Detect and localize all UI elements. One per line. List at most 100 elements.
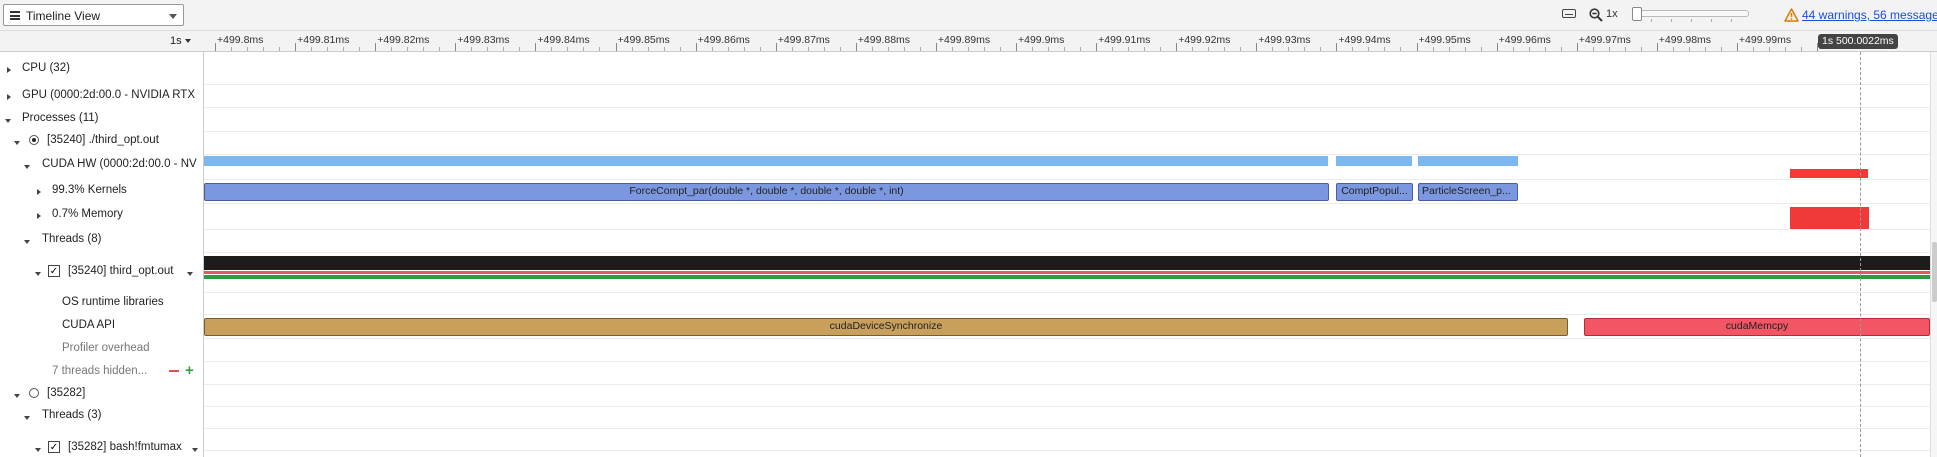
chevron-down-icon[interactable]	[187, 272, 193, 276]
chevron-down-icon[interactable]	[192, 448, 198, 452]
kernel-bar[interactable]: ParticleScreen_p...	[1418, 183, 1518, 201]
cuda-api-bar[interactable]: cudaMemcpy	[1584, 318, 1930, 336]
ruler-minor-tick	[1432, 47, 1434, 51]
ruler-minor-tick	[1304, 47, 1306, 51]
ruler-minor-tick	[663, 47, 665, 51]
slider-tick	[1671, 19, 1672, 22]
collapse-arrow-icon[interactable]	[14, 394, 20, 398]
collapse-threads-icon[interactable]	[169, 370, 179, 372]
expand-arrow-icon[interactable]	[7, 67, 11, 73]
slider-tick	[1731, 19, 1732, 22]
thread-activity-bar[interactable]	[204, 256, 1930, 270]
memory-utilization-bar[interactable]	[1790, 169, 1868, 178]
zoom-level: 1x	[1606, 8, 1618, 20]
slider-tick	[1711, 19, 1712, 22]
expand-arrow-icon[interactable]	[37, 213, 41, 219]
zoom-slider-thumb[interactable]	[1632, 7, 1642, 21]
view-selector[interactable]: Timeline View	[3, 4, 184, 26]
memory-bar[interactable]	[1790, 207, 1869, 229]
collapse-arrow-icon[interactable]	[24, 240, 30, 244]
tree-label: OS runtime libraries	[62, 296, 164, 308]
row-divider	[204, 384, 1930, 385]
keyboard-icon[interactable]	[1562, 9, 1576, 18]
warnings-link[interactable]: 44 warnings, 56 messages	[1802, 8, 1937, 22]
timeline-tracks[interactable]: ForceCompt_par(double *, double *, doubl…	[204, 52, 1930, 457]
collapse-arrow-icon[interactable]	[14, 141, 20, 145]
ruler-minor-tick	[871, 47, 873, 51]
row-divider	[204, 361, 1930, 362]
row-divider	[204, 428, 1930, 429]
cursor-time-label: 1s 500.0022ms	[1818, 34, 1898, 49]
scrollbar-thumb[interactable]	[1932, 242, 1937, 302]
ruler-minor-tick	[471, 47, 473, 51]
zoom-out-icon[interactable]	[1589, 8, 1603, 22]
process-radio[interactable]	[29, 388, 39, 398]
ruler-minor-tick	[823, 47, 825, 51]
ruler-minor-tick	[983, 47, 985, 51]
thread-checkbox[interactable]: ✓	[48, 265, 60, 277]
cuda-api-bar[interactable]: cudaDeviceSynchronize	[204, 318, 1568, 336]
warning-icon	[1784, 8, 1799, 22]
ruler-minor-tick	[1720, 47, 1722, 51]
kernel-bar[interactable]: ForceCompt_par(double *, double *, doubl…	[204, 183, 1329, 201]
process-radio[interactable]	[29, 135, 39, 145]
ruler-tick-line	[375, 43, 377, 51]
collapse-arrow-icon[interactable]	[35, 448, 41, 452]
row-divider	[204, 406, 1930, 407]
ruler-minor-tick	[343, 47, 345, 51]
view-selector-label: Timeline View	[26, 9, 101, 23]
ruler-minor-tick	[919, 47, 921, 51]
ruler-tick-line	[695, 43, 697, 51]
ruler-minor-tick	[1752, 47, 1754, 51]
row-divider	[204, 314, 1930, 315]
ruler-tick-line	[1736, 43, 1738, 51]
ruler-minor-tick	[423, 47, 425, 51]
ruler-minor-tick	[967, 47, 969, 51]
time-ruler[interactable]: +499.8ms +499.81ms +499.82ms +499.83ms +499.…	[204, 31, 1937, 51]
ruler-minor-tick	[1448, 47, 1450, 51]
ruler-minor-tick	[1160, 47, 1162, 51]
collapse-arrow-icon[interactable]	[5, 119, 11, 123]
ruler-minor-tick	[1288, 47, 1290, 51]
cuda-hw-utilization-bar[interactable]	[204, 156, 1328, 166]
zoom-slider[interactable]	[1632, 7, 1749, 22]
cuda-hw-utilization-bar[interactable]	[1418, 156, 1518, 166]
ruler-minor-tick	[1800, 47, 1802, 51]
tree-label: 0.7% Memory	[52, 208, 123, 220]
ruler-tick-line	[1416, 43, 1418, 51]
collapse-arrow-icon[interactable]	[35, 272, 41, 276]
ruler-minor-tick	[839, 47, 841, 51]
thread-state-bar[interactable]	[204, 271, 1930, 274]
ruler-minor-tick	[599, 47, 601, 51]
ruler-tick-line	[1576, 43, 1578, 51]
cursor-line	[1860, 52, 1861, 457]
tree-label: CUDA API	[62, 319, 116, 331]
ruler-tick-line	[295, 43, 297, 51]
vertical-scrollbar[interactable]	[1930, 52, 1937, 457]
ruler-tick-line	[855, 43, 857, 51]
time-scale-button[interactable]: 1s	[170, 35, 191, 47]
ruler-tick-line	[1336, 43, 1338, 51]
thread-running-bar[interactable]	[204, 275, 1930, 279]
expand-arrow-icon[interactable]	[37, 189, 41, 195]
ruler-minor-tick	[679, 47, 681, 51]
ruler-tick-line	[1016, 43, 1017, 51]
ruler-minor-tick	[759, 47, 761, 51]
ruler-tick-line	[535, 43, 537, 51]
ruler-minor-tick	[903, 47, 905, 51]
row-divider	[204, 179, 1930, 180]
tree-label: 7 threads hidden...	[52, 365, 148, 377]
ruler-tick-line	[215, 43, 216, 51]
expand-threads-icon[interactable]: +	[185, 363, 194, 378]
ruler-minor-tick	[1560, 47, 1562, 51]
ruler-minor-tick	[1224, 47, 1226, 51]
collapse-arrow-icon[interactable]	[24, 416, 30, 420]
ruler-minor-tick	[1768, 47, 1770, 51]
cuda-hw-utilization-bar[interactable]	[1336, 156, 1412, 166]
kernel-bar[interactable]: ComptPopul...	[1336, 183, 1413, 201]
ruler-minor-tick	[887, 47, 889, 51]
tree-label: Processes (11)	[22, 112, 99, 124]
expand-arrow-icon[interactable]	[7, 94, 11, 100]
thread-checkbox[interactable]: ✓	[48, 441, 60, 453]
collapse-arrow-icon[interactable]	[24, 165, 30, 169]
